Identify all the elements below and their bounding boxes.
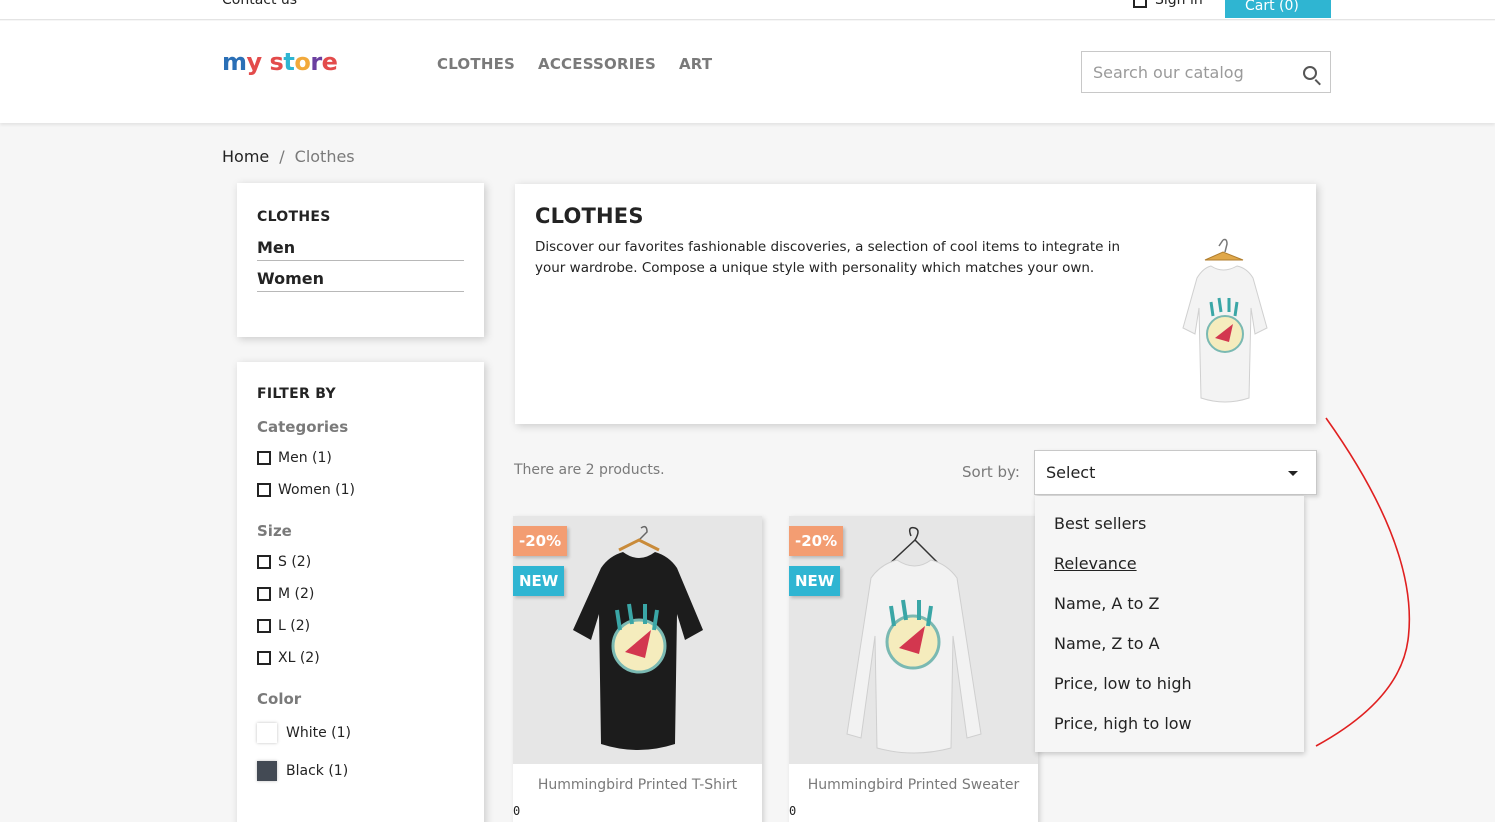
product-card[interactable]: -20% NEW Hummingbird Printed Sweater 0 xyxy=(789,516,1038,822)
sort-option-price-asc[interactable]: Price, low to high xyxy=(1035,664,1304,704)
sort-option-best-sellers[interactable]: Best sellers xyxy=(1035,504,1304,544)
category-tree: CLOTHES Men Women xyxy=(237,183,484,337)
main-menu: CLOTHES ACCESSORIES ART xyxy=(437,55,735,73)
menu-item-clothes[interactable]: CLOTHES xyxy=(437,55,515,73)
facet-title-color: Color xyxy=(257,690,302,708)
color-swatch-black[interactable] xyxy=(257,761,277,781)
contact-us-link[interactable]: Contact us xyxy=(222,0,297,8)
checkbox[interactable] xyxy=(257,587,271,601)
sign-in-link[interactable]: Sign in xyxy=(1133,0,1203,8)
facet-option-m[interactable]: M (2) xyxy=(257,578,464,610)
facet-option-l[interactable]: L (2) xyxy=(257,610,464,642)
product-price: 0 xyxy=(513,804,521,818)
breadcrumb-home[interactable]: Home xyxy=(222,147,269,166)
sort-select[interactable]: Select xyxy=(1034,450,1317,495)
user-icon xyxy=(1133,0,1147,8)
category-link-men[interactable]: Men xyxy=(257,237,464,261)
sort-option-name-desc[interactable]: Name, Z to A xyxy=(1035,624,1304,664)
facet-option-label: Women (1) xyxy=(278,482,355,498)
sort-by-label: Sort by: xyxy=(962,463,1020,481)
discount-badge: -20% xyxy=(513,526,568,556)
sort-select-value: Select xyxy=(1046,463,1096,482)
facet-option-label: S (2) xyxy=(278,554,312,570)
facet-option-women[interactable]: Women (1) xyxy=(257,474,464,506)
product-price: 0 xyxy=(789,804,797,818)
store-logo[interactable]: my store xyxy=(222,48,338,76)
facet-option-men[interactable]: Men (1) xyxy=(257,442,464,474)
discount-badge: -20% xyxy=(789,526,844,556)
checkbox[interactable] xyxy=(257,619,271,633)
category-description: Discover our favorites fashionable disco… xyxy=(535,239,1121,276)
search-input[interactable] xyxy=(1082,52,1282,92)
product-count: There are 2 products. xyxy=(514,462,665,478)
top-bar: Contact us Sign in Cart (0) xyxy=(0,0,1495,20)
product-title[interactable]: Hummingbird Printed T-Shirt xyxy=(513,777,762,793)
facet-option-xl[interactable]: XL (2) xyxy=(257,642,464,674)
annotation-curve xyxy=(1315,417,1411,747)
product-title[interactable]: Hummingbird Printed Sweater xyxy=(789,777,1038,793)
facet-option-label: XL (2) xyxy=(278,650,320,666)
sort-option-name-asc[interactable]: Name, A to Z xyxy=(1035,584,1304,624)
category-tree-title: CLOTHES xyxy=(257,209,331,225)
facet-option-label: White (1) xyxy=(286,725,351,741)
facet-title-size: Size xyxy=(257,522,292,540)
checkbox[interactable] xyxy=(257,651,271,665)
chevron-down-icon xyxy=(1288,471,1298,476)
cart-label: Cart (0) xyxy=(1245,0,1299,14)
facet-option-black[interactable]: Black (1) xyxy=(257,752,464,790)
checkbox[interactable] xyxy=(257,483,271,497)
breadcrumb: Home / Clothes xyxy=(222,147,355,166)
sort-option-relevance[interactable]: Relevance xyxy=(1035,544,1304,584)
search-widget xyxy=(1081,51,1331,93)
facet-title-categories: Categories xyxy=(257,418,349,436)
site-header: my store CLOTHES ACCESSORIES ART xyxy=(0,21,1495,123)
menu-item-art[interactable]: ART xyxy=(679,55,712,73)
filter-title: FILTER BY xyxy=(257,386,336,402)
sign-in-label: Sign in xyxy=(1155,0,1203,8)
search-icon[interactable] xyxy=(1303,66,1317,80)
checkbox[interactable] xyxy=(257,555,271,569)
facets-panel: FILTER BY Categories Men (1) Women (1) S… xyxy=(237,362,484,822)
menu-item-accessories[interactable]: ACCESSORIES xyxy=(538,55,656,73)
checkbox[interactable] xyxy=(257,451,271,465)
cart-button[interactable]: Cart (0) xyxy=(1225,0,1331,18)
category-link-women[interactable]: Women xyxy=(257,268,464,292)
breadcrumb-separator: / xyxy=(279,147,285,166)
new-badge: NEW xyxy=(789,566,841,596)
facet-option-label: Men (1) xyxy=(278,450,332,466)
facet-option-label: L (2) xyxy=(278,618,311,634)
category-header: CLOTHES Discover our favorites fashionab… xyxy=(515,184,1316,424)
category-title: CLOTHES xyxy=(535,204,644,228)
sort-option-price-desc[interactable]: Price, high to low xyxy=(1035,704,1304,744)
facet-option-label: M (2) xyxy=(278,586,315,602)
product-card[interactable]: -20% NEW Hummingbird Printed T-Shirt 0 xyxy=(513,516,762,822)
new-badge: NEW xyxy=(513,566,565,596)
sort-dropdown-menu: Best sellers Relevance Name, A to Z Name… xyxy=(1035,496,1304,752)
color-swatch-white[interactable] xyxy=(257,723,277,743)
facet-option-label: Black (1) xyxy=(286,763,349,779)
category-cover-image xyxy=(1182,238,1268,403)
facet-option-s[interactable]: S (2) xyxy=(257,546,464,578)
facet-option-white[interactable]: White (1) xyxy=(257,714,464,752)
breadcrumb-current: Clothes xyxy=(294,147,355,166)
